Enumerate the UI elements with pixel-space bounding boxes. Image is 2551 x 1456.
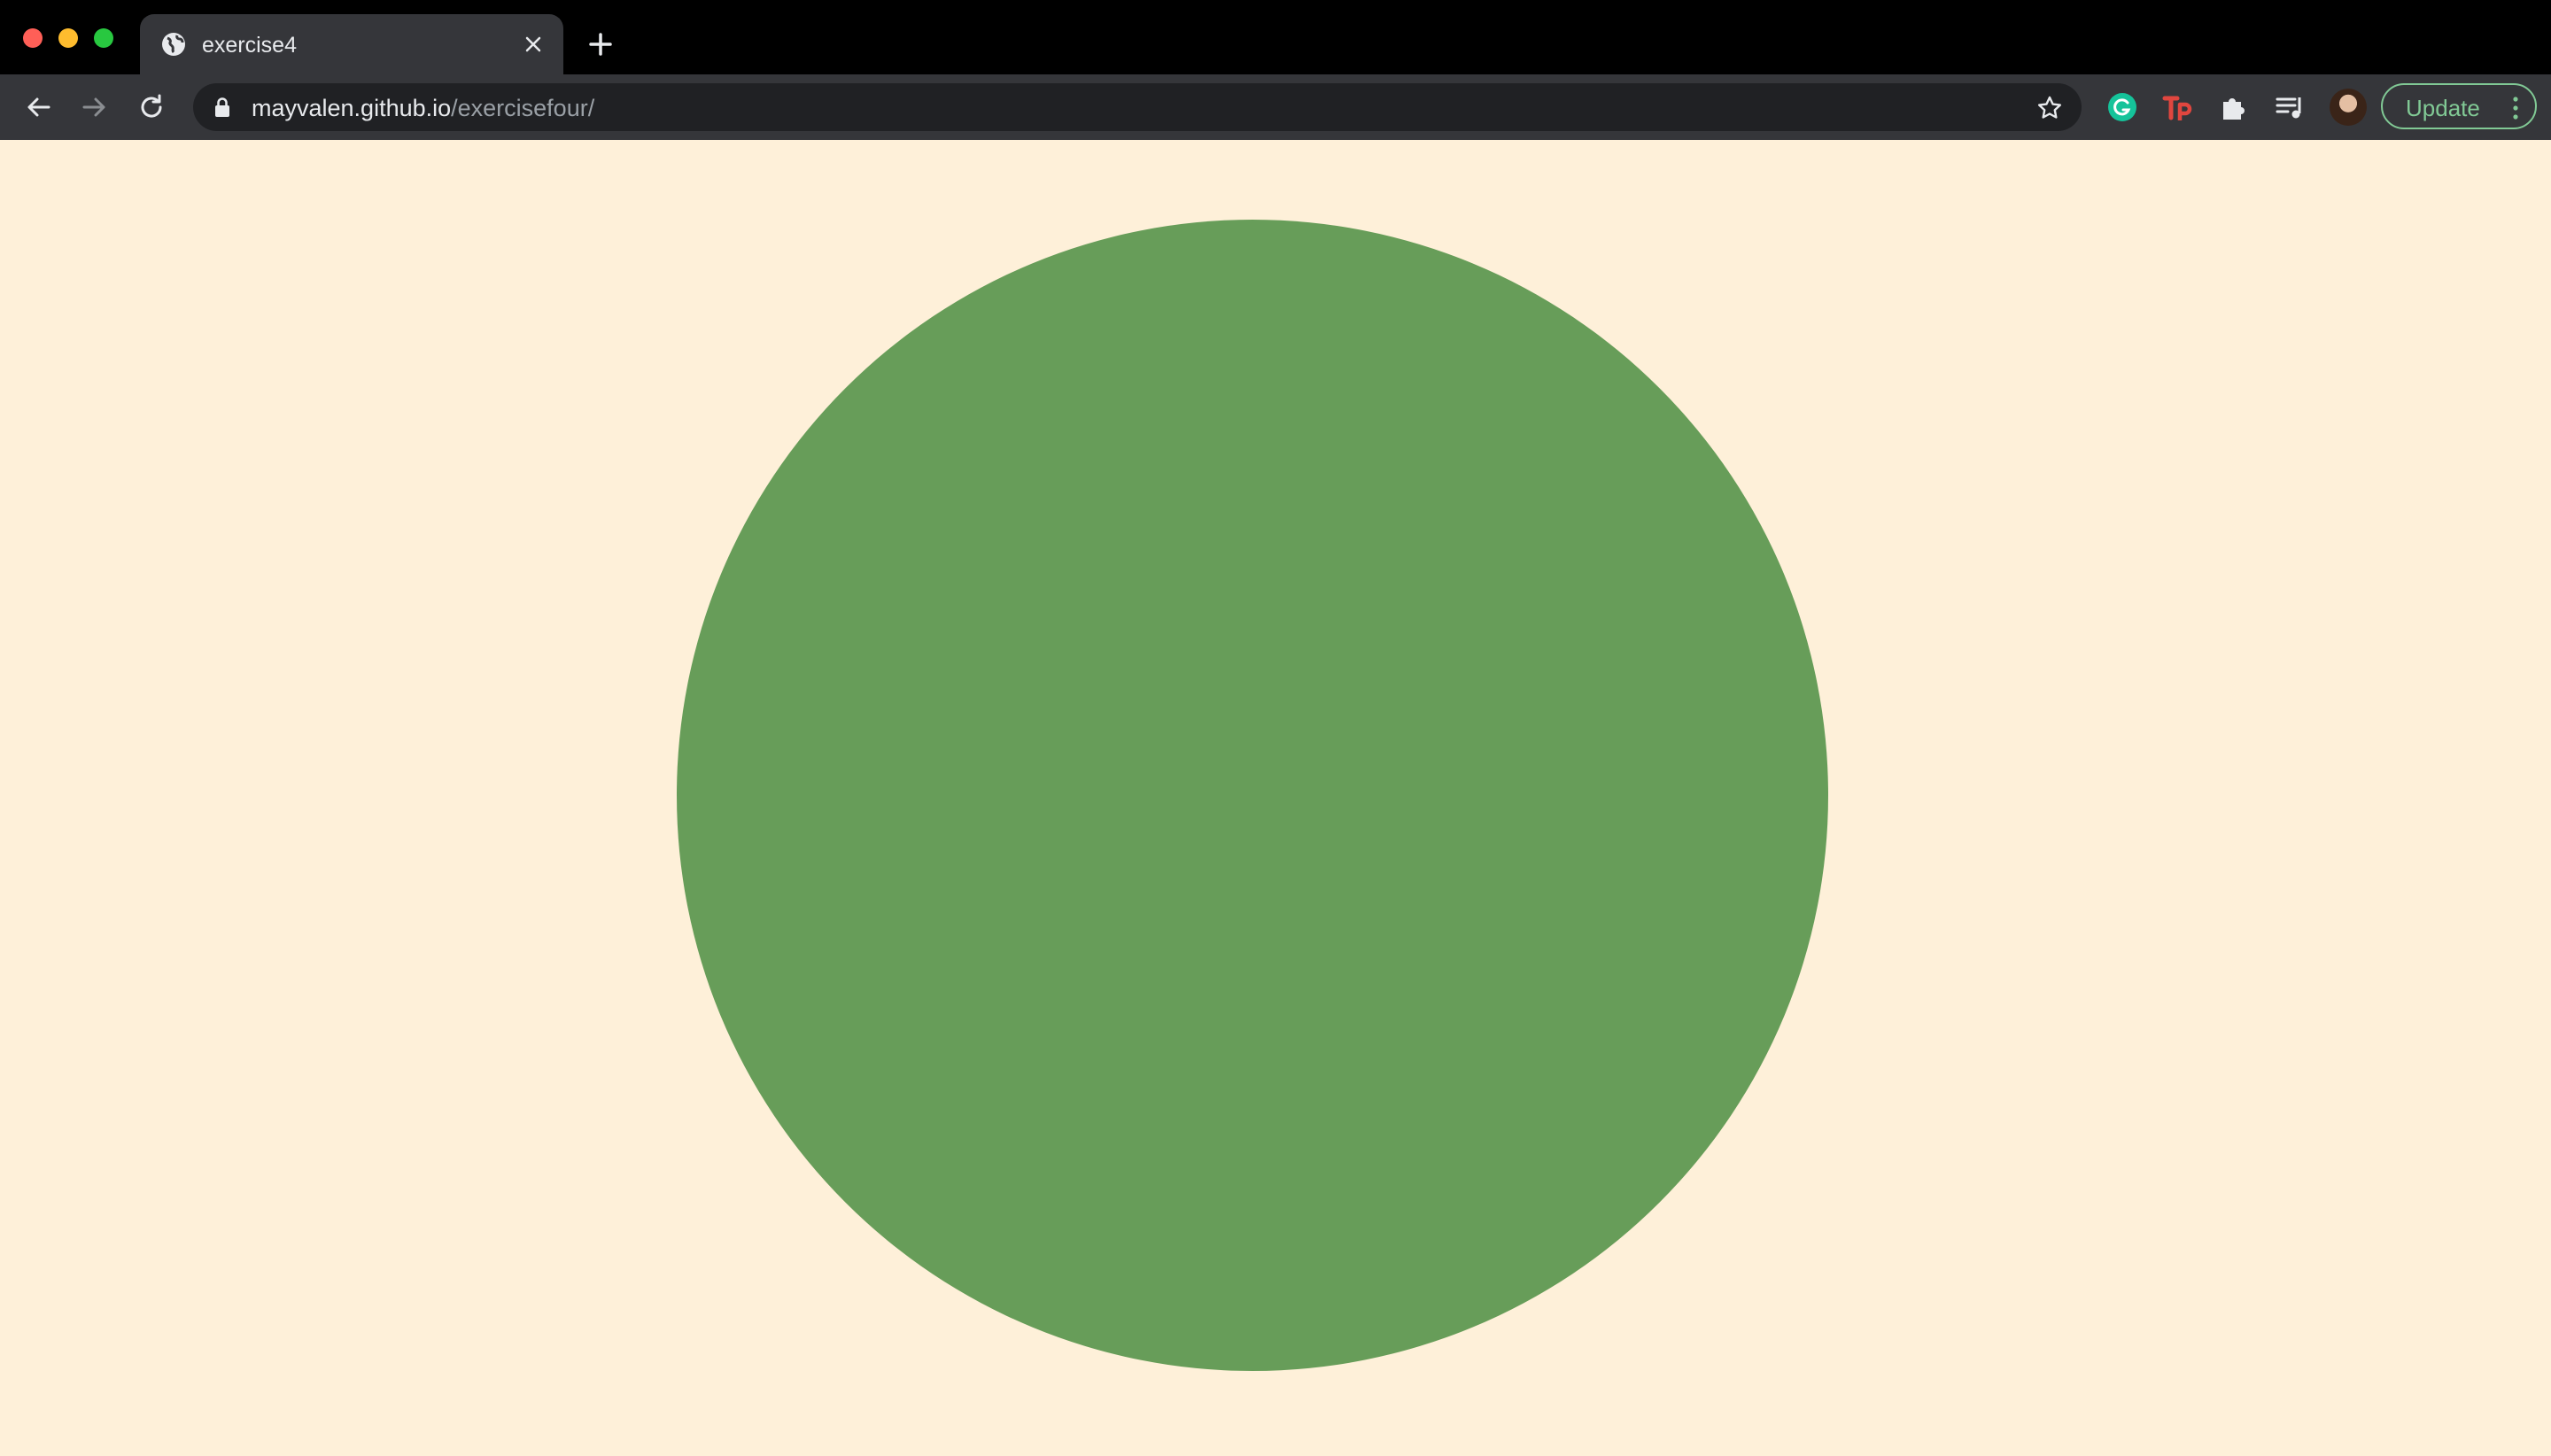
url-host: mayvalen.github.io (252, 95, 452, 121)
media-queue-icon[interactable] (2273, 90, 2307, 124)
profile-avatar[interactable] (2330, 89, 2367, 126)
back-icon[interactable] (21, 90, 55, 124)
lock-icon[interactable] (213, 97, 232, 118)
new-tab-button[interactable] (586, 30, 615, 58)
forward-icon[interactable] (78, 90, 112, 124)
minimize-window-button[interactable] (58, 28, 78, 48)
tp-extension-icon[interactable] (2161, 90, 2195, 124)
reload-icon[interactable] (135, 90, 168, 124)
address-bar[interactable]: mayvalen.github.io/exercisefour/ (193, 83, 2082, 131)
puzzle-extensions-icon[interactable] (2217, 90, 2251, 124)
close-tab-icon[interactable] (521, 32, 546, 57)
browser-toolbar: mayvalen.github.io/exercisefour/ Update (0, 74, 2551, 140)
green-circle (677, 220, 1828, 1371)
url-text[interactable]: mayvalen.github.io/exercisefour/ (252, 95, 594, 121)
tab-exercise4[interactable]: exercise4 (140, 14, 563, 74)
update-button[interactable]: Update (2381, 83, 2537, 129)
bookmark-star-icon[interactable] (2035, 94, 2064, 122)
tab-title: exercise4 (202, 33, 297, 58)
grammarly-icon[interactable] (2105, 90, 2139, 124)
more-options-icon[interactable] (2512, 96, 2519, 120)
browser-chrome: exercise4 mayvalen.github.io/exercisefou… (0, 0, 2551, 140)
page-content (0, 140, 2551, 1456)
maximize-window-button[interactable] (94, 28, 113, 48)
close-window-button[interactable] (23, 28, 43, 48)
url-path: /exercisefour/ (451, 95, 595, 121)
tab-strip: exercise4 (0, 0, 2551, 74)
update-label: Update (2406, 95, 2480, 121)
globe-icon (162, 33, 185, 56)
